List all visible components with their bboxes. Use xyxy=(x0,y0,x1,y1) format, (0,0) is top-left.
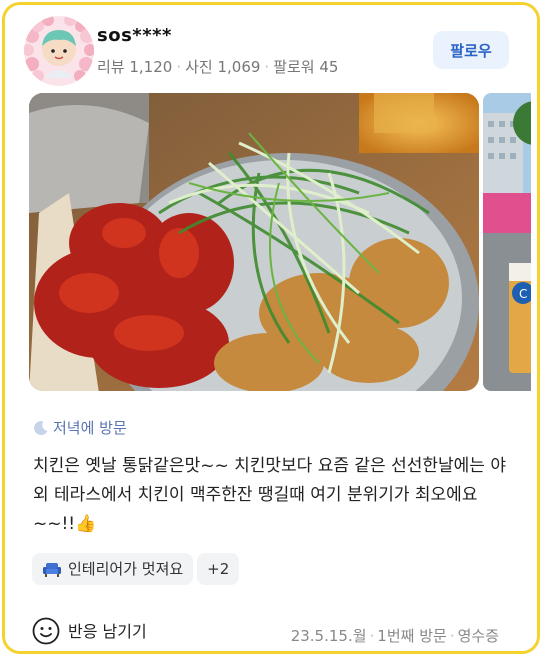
user-stats: 리뷰 1,120 · 사진 1,069 · 팔로워 45 xyxy=(97,58,339,76)
sofa-icon xyxy=(42,557,62,589)
react-label: 반응 남기기 xyxy=(68,622,147,641)
visit-count: 1번째 방문 xyxy=(377,627,447,645)
moon-icon xyxy=(34,421,48,436)
photo-count: 사진 1,069 xyxy=(185,58,261,76)
react-button[interactable]: 반응 남기기 xyxy=(32,617,147,645)
more-keywords-chip[interactable]: +2 xyxy=(197,553,240,585)
follower-count: 팔로워 45 xyxy=(273,58,339,76)
smile-icon xyxy=(32,617,60,645)
keyword-chip-label: 인테리어가 멋져요 xyxy=(68,560,184,578)
visit-time-label: 저녁에 방문 xyxy=(53,419,127,437)
visit-time-tag: 저녁에 방문 xyxy=(33,417,127,438)
follow-button[interactable]: 팔로우 xyxy=(433,31,509,69)
review-photo-next[interactable]: C xyxy=(483,93,531,391)
review-text[interactable]: 치킨은 옛날 통닭같은맛~~ 치킨맛보다 요즘 같은 선선한날에는 야외 테라스… xyxy=(33,452,517,539)
username[interactable]: sos**** xyxy=(97,25,172,46)
review-photo-main[interactable] xyxy=(29,93,479,391)
review-count: 리뷰 1,120 xyxy=(97,58,173,76)
review-card: sos**** 리뷰 1,120·사진 1,069·팔로워 45 팔로우 xyxy=(2,2,540,654)
visit-date: 23.5.15.월 xyxy=(290,627,367,645)
avatar[interactable] xyxy=(24,16,94,86)
receipt-label: 영수증 xyxy=(457,627,499,645)
svg-text:C: C xyxy=(519,287,527,301)
visit-meta: 23.5.15.월 · 1번째 방문 · 영수증 xyxy=(290,627,499,645)
keyword-chips: 인테리어가 멋져요 +2 xyxy=(32,553,243,585)
photo-carousel[interactable]: C xyxy=(29,93,531,391)
keyword-chip[interactable]: 인테리어가 멋져요 xyxy=(32,553,194,585)
